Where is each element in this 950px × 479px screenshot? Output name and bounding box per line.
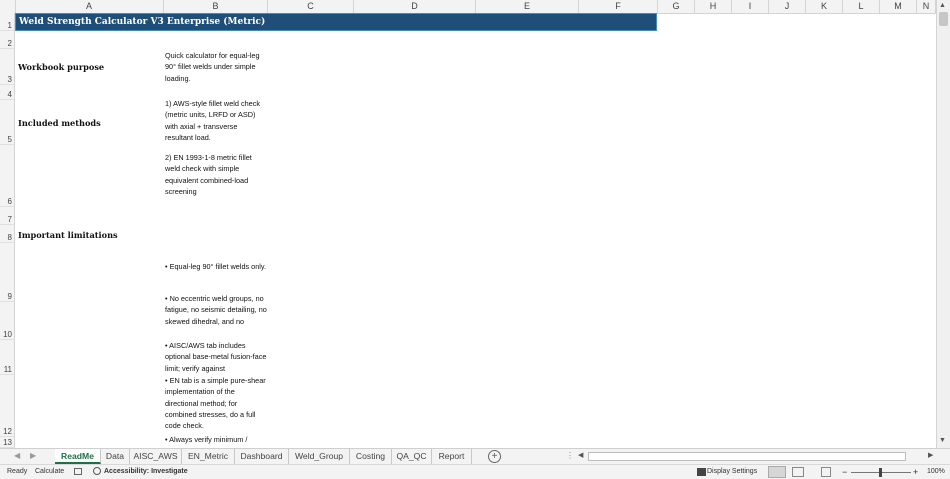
horizontal-scrollbar[interactable] [588, 452, 906, 461]
column-header-l[interactable]: L [843, 0, 880, 13]
tab-costing[interactable]: Costing [350, 449, 392, 464]
page-layout-view-button[interactable] [792, 467, 804, 477]
zoom-in-icon[interactable]: + [913, 465, 918, 479]
status-bar: Ready Calculate Accessibility: Investiga… [0, 464, 950, 479]
cell-b12[interactable]: • EN tab is a simple pure-shear implemen… [165, 375, 267, 435]
more-tabs-icon[interactable]: ⋮ [566, 451, 574, 460]
column-header-f[interactable]: F [579, 0, 658, 13]
tab-weld-group[interactable]: Weld_Group [289, 449, 350, 464]
select-all-corner[interactable] [0, 0, 16, 13]
add-sheet-icon[interactable]: + [488, 450, 501, 463]
column-header-a[interactable]: A [15, 0, 164, 13]
vertical-scroll-thumb[interactable] [939, 12, 948, 26]
cell-b13[interactable]: • Always verify minimum / [165, 434, 267, 446]
tab-data[interactable]: Data [101, 449, 130, 464]
column-header-bar: A B C D E F G H I J K L M N [0, 0, 936, 14]
tab-en-metric[interactable]: EN_Metric [182, 449, 235, 464]
label-included-methods: Included methods [18, 118, 101, 128]
column-header-b[interactable]: B [164, 0, 268, 13]
vertical-scrollbar[interactable]: ▲ ▼ [936, 0, 950, 448]
row-header-5[interactable]: 5 [0, 100, 15, 145]
sheet-tab-bar: ◀ ▶ ReadMe Data AISC_AWS EN_Metric Dashb… [0, 448, 950, 465]
column-header-e[interactable]: E [476, 0, 579, 13]
column-header-n[interactable]: N [917, 0, 936, 13]
row-header-13[interactable]: 13 [0, 437, 15, 448]
label-important-limitations: Important limitations [18, 230, 118, 240]
tab-dashboard[interactable]: Dashboard [235, 449, 289, 464]
row-header-9[interactable]: 9 [0, 243, 15, 302]
tab-scroll-right-icon[interactable]: ▶ [30, 451, 36, 460]
row-header-6[interactable]: 6 [0, 145, 15, 207]
tab-report[interactable]: Report [432, 449, 472, 464]
row-header-1[interactable]: 1 [0, 13, 15, 31]
tab-scroll-left-icon[interactable]: ◀ [14, 451, 20, 460]
row-header-10[interactable]: 10 [0, 302, 15, 340]
column-header-d[interactable]: D [354, 0, 476, 13]
hscroll-right-icon[interactable]: ▶ [928, 451, 933, 459]
label-workbook-purpose: Workbook purpose [18, 62, 105, 72]
status-ready: Ready [7, 468, 28, 475]
scroll-down-icon[interactable]: ▼ [939, 437, 946, 444]
scroll-up-icon[interactable]: ▲ [939, 2, 946, 9]
cell-b10[interactable]: • No eccentric weld groups, no fatigue, … [165, 293, 267, 339]
cell-b5[interactable]: 1) AWS-style fillet weld check (metric u… [165, 98, 267, 144]
zoom-slider-thumb[interactable] [879, 468, 882, 477]
page-break-preview-button[interactable] [821, 467, 831, 477]
accessibility-icon [93, 467, 101, 475]
row-header-11[interactable]: 11 [0, 340, 15, 375]
column-header-c[interactable]: C [268, 0, 354, 13]
cell-b11[interactable]: • AISC/AWS tab includes optional base-me… [165, 340, 267, 374]
zoom-level[interactable]: 100% [927, 465, 945, 479]
column-header-g[interactable]: G [658, 0, 695, 13]
cell-b9[interactable]: • Equal-leg 90° fillet welds only. [165, 261, 267, 287]
row-header-2[interactable]: 2 [0, 31, 15, 49]
column-header-j[interactable]: J [769, 0, 806, 13]
accessibility-status[interactable]: Accessibility: Investigate [104, 465, 188, 479]
display-settings-button[interactable]: Display Settings [707, 465, 757, 479]
column-header-k[interactable]: K [806, 0, 843, 13]
row-header-12[interactable]: 12 [0, 375, 15, 437]
column-header-m[interactable]: M [880, 0, 917, 13]
row-header-7[interactable]: 7 [0, 207, 15, 225]
column-header-i[interactable]: I [732, 0, 769, 13]
cell-b6[interactable]: 2) EN 1993-1-8 metric fillet weld check … [165, 152, 267, 202]
tab-readme[interactable]: ReadMe [55, 449, 101, 464]
row-header-8[interactable]: 8 [0, 225, 15, 243]
hscroll-left-icon[interactable]: ◀ [578, 451, 583, 459]
zoom-out-icon[interactable]: − [842, 465, 847, 479]
tab-aisc-aws[interactable]: AISC_AWS [130, 449, 182, 464]
tab-qa-qc[interactable]: QA_QC [392, 449, 432, 464]
display-settings-icon [697, 468, 706, 476]
normal-view-button[interactable] [768, 466, 786, 478]
row-header-4[interactable]: 4 [0, 85, 15, 100]
calculate-button[interactable]: Calculate [35, 465, 64, 479]
cell-b3[interactable]: Quick calculator for equal-leg 90° fille… [165, 50, 267, 86]
workbook-title: Weld Strength Calculator V3 Enterprise (… [19, 17, 266, 27]
title-cell[interactable]: Weld Strength Calculator V3 Enterprise (… [15, 13, 657, 31]
column-header-h[interactable]: H [695, 0, 732, 13]
macro-record-icon[interactable] [74, 468, 82, 475]
row-header-3[interactable]: 3 [0, 49, 15, 85]
